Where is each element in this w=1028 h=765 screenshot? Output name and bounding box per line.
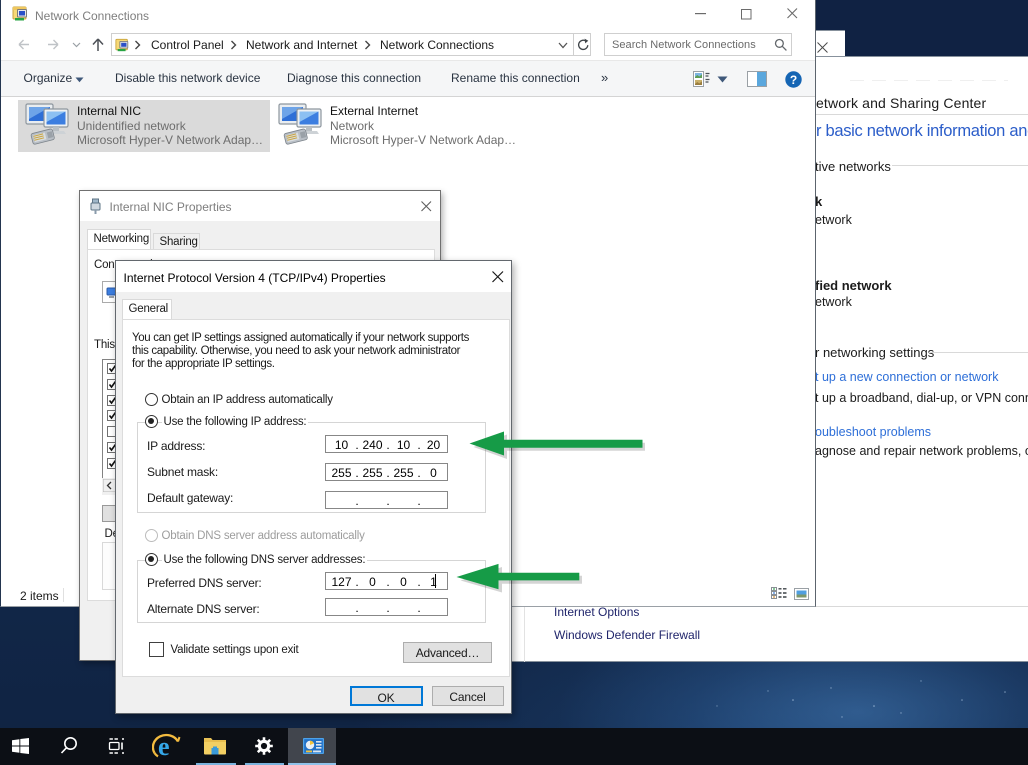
svg-text:e: e	[158, 732, 170, 761]
svg-text:?: ?	[790, 73, 797, 87]
